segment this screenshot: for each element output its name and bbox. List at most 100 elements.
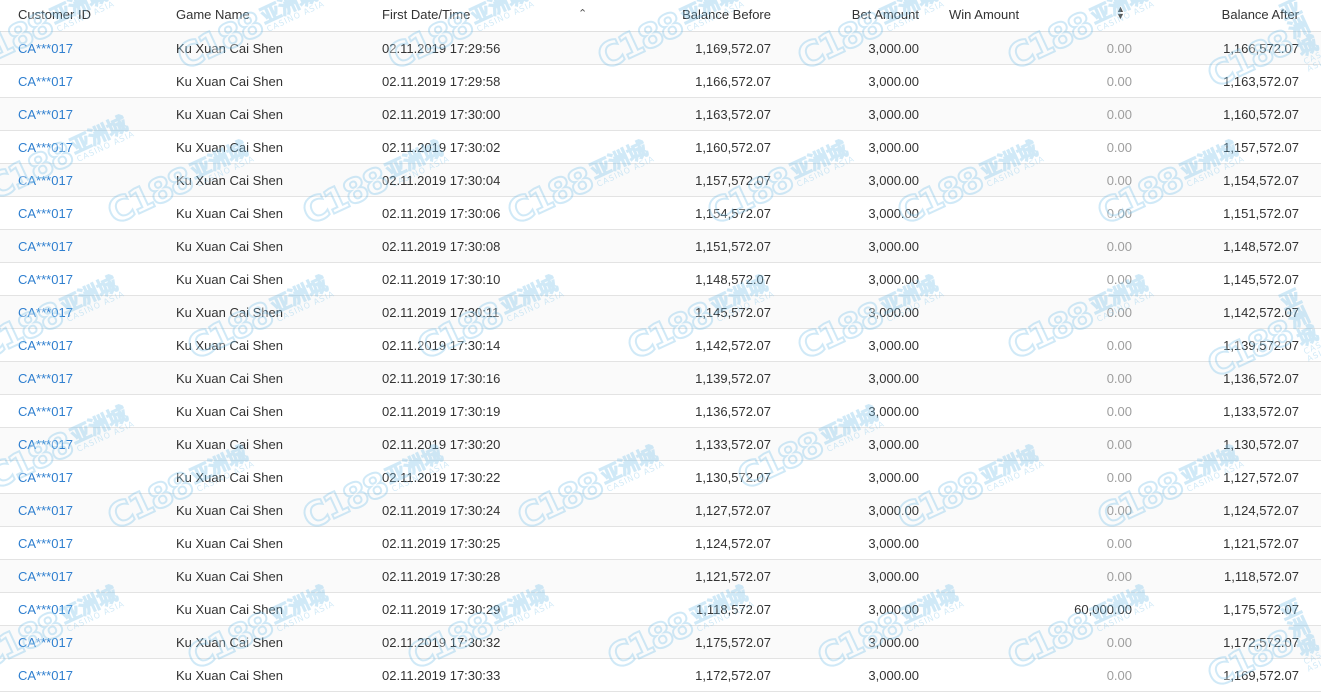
customer-id-link[interactable]: CA***017 [18,131,158,163]
table-row[interactable]: CA***017 Ku Xuan Cai Shen 02.11.2019 17:30… [0,461,1321,494]
table-row[interactable]: CA***017 Ku Xuan Cai Shen 02.11.2019 17:30… [0,164,1321,197]
table-row[interactable]: CA***017 Ku Xuan Cai Shen 02.11.2019 17:30… [0,296,1321,329]
customer-id-link[interactable]: CA***017 [18,560,158,592]
win-amount-cell: 0.00 [1106,205,1132,221]
balance-after-cell: 1,145,572.07 [1223,271,1299,287]
bet-amount-cell: 3,000.00 [868,172,919,188]
table-row[interactable]: CA***017 Ku Xuan Cai Shen 02.11.2019 17:30… [0,494,1321,527]
customer-id-link[interactable]: CA***017 [18,32,158,64]
win-amount-cell: 0.00 [1106,370,1132,386]
table-row[interactable]: CA***017 Ku Xuan Cai Shen 02.11.2019 17:30… [0,263,1321,296]
win-amount-cell: 0.00 [1106,667,1132,683]
header-customer-id[interactable]: Customer ID [18,0,158,31]
win-amount-cell: 0.00 [1106,568,1132,584]
table-row[interactable]: CA***017 Ku Xuan Cai Shen 02.11.2019 17:30… [0,593,1321,626]
balance-after-cell: 1,124,572.07 [1223,502,1299,518]
header-balance-before[interactable]: Balance Before [600,0,771,31]
date-time-cell: 02.11.2019 17:30:25 [382,535,501,551]
customer-id-link[interactable]: CA***017 [18,164,158,196]
game-name-cell: Ku Xuan Cai Shen [176,667,283,683]
game-name-cell: Ku Xuan Cai Shen [176,73,283,89]
table-body: CA***017 Ku Xuan Cai Shen 02.11.2019 17:29… [0,32,1321,692]
date-time-cell: 02.11.2019 17:30:11 [382,304,500,320]
header-balance-after[interactable]: Balance After [1140,0,1299,31]
game-name-cell: Ku Xuan Cai Shen [176,304,283,320]
bet-amount-cell: 3,000.00 [868,337,919,353]
customer-id-link[interactable]: CA***017 [18,593,158,625]
table-row[interactable]: CA***017 Ku Xuan Cai Shen 02.11.2019 17:29… [0,65,1321,98]
table-row[interactable]: CA***017 Ku Xuan Cai Shen 02.11.2019 17:30… [0,626,1321,659]
win-amount-cell: 0.00 [1106,436,1132,452]
table-row[interactable]: CA***017 Ku Xuan Cai Shen 02.11.2019 17:30… [0,659,1321,692]
balance-after-cell: 1,151,572.07 [1223,205,1299,221]
win-amount-cell: 0.00 [1106,40,1132,56]
customer-id-link[interactable]: CA***017 [18,197,158,229]
sort-both-icon[interactable]: ▲ ▼ [1116,5,1125,21]
win-amount-cell: 0.00 [1106,304,1132,320]
customer-id-link[interactable]: CA***017 [18,329,158,361]
sort-ascending-icon[interactable]: ⌃ [578,8,587,20]
balance-before-cell: 1,133,572.07 [695,436,771,452]
win-amount-cell: 0.00 [1106,238,1132,254]
table-row[interactable]: CA***017 Ku Xuan Cai Shen 02.11.2019 17:30… [0,560,1321,593]
date-time-cell: 02.11.2019 17:30:04 [382,172,501,188]
table-row[interactable]: CA***017 Ku Xuan Cai Shen 02.11.2019 17:30… [0,527,1321,560]
table-header: Customer ID Game Name First Date/Time ⌃ … [0,0,1321,32]
game-name-cell: Ku Xuan Cai Shen [176,370,283,386]
balance-before-cell: 1,118,572.07 [696,601,771,617]
date-time-cell: 02.11.2019 17:30:32 [382,634,501,650]
customer-id-link[interactable]: CA***017 [18,395,158,427]
game-name-cell: Ku Xuan Cai Shen [176,436,283,452]
customer-id-link[interactable]: CA***017 [18,296,158,328]
date-time-cell: 02.11.2019 17:30:33 [382,667,501,683]
balance-after-cell: 1,163,572.07 [1223,73,1299,89]
balance-after-cell: 1,133,572.07 [1223,403,1299,419]
balance-before-cell: 1,166,572.07 [695,73,771,89]
customer-id-link[interactable]: CA***017 [18,98,158,130]
bet-amount-cell: 3,000.00 [868,205,919,221]
table-row[interactable]: CA***017 Ku Xuan Cai Shen 02.11.2019 17:30… [0,428,1321,461]
date-time-cell: 02.11.2019 17:30:16 [382,370,501,386]
header-bet-amount[interactable]: Bet Amount [780,0,919,31]
balance-before-cell: 1,136,572.07 [695,403,771,419]
win-amount-cell: 0.00 [1106,73,1132,89]
balance-before-cell: 1,154,572.07 [695,205,771,221]
header-first-date-time[interactable]: First Date/Time [382,0,592,31]
date-time-cell: 02.11.2019 17:30:14 [382,337,501,353]
table-row[interactable]: CA***017 Ku Xuan Cai Shen 02.11.2019 17:29… [0,32,1321,65]
table-row[interactable]: CA***017 Ku Xuan Cai Shen 02.11.2019 17:30… [0,362,1321,395]
table-row[interactable]: CA***017 Ku Xuan Cai Shen 02.11.2019 17:30… [0,329,1321,362]
header-win-amount[interactable]: Win Amount [949,0,1069,31]
bet-amount-cell: 3,000.00 [868,40,919,56]
balance-after-cell: 1,160,572.07 [1223,106,1299,122]
game-name-cell: Ku Xuan Cai Shen [176,139,283,155]
customer-id-link[interactable]: CA***017 [18,362,158,394]
customer-id-link[interactable]: CA***017 [18,230,158,262]
table-row[interactable]: CA***017 Ku Xuan Cai Shen 02.11.2019 17:30… [0,98,1321,131]
customer-id-link[interactable]: CA***017 [18,461,158,493]
balance-before-cell: 1,148,572.07 [695,271,771,287]
customer-id-link[interactable]: CA***017 [18,659,158,691]
bet-amount-cell: 3,000.00 [868,403,919,419]
table-row[interactable]: CA***017 Ku Xuan Cai Shen 02.11.2019 17:30… [0,131,1321,164]
game-name-cell: Ku Xuan Cai Shen [176,205,283,221]
customer-id-link[interactable]: CA***017 [18,527,158,559]
header-game-name[interactable]: Game Name [176,0,366,31]
balance-after-cell: 1,130,572.07 [1223,436,1299,452]
customer-id-link[interactable]: CA***017 [18,65,158,97]
date-time-cell: 02.11.2019 17:30:28 [382,568,501,584]
bet-amount-cell: 3,000.00 [868,634,919,650]
customer-id-link[interactable]: CA***017 [18,263,158,295]
table-row[interactable]: CA***017 Ku Xuan Cai Shen 02.11.2019 17:30… [0,197,1321,230]
win-amount-cell: 0.00 [1106,106,1132,122]
transaction-table: Customer ID Game Name First Date/Time ⌃ … [0,0,1321,692]
customer-id-link[interactable]: CA***017 [18,626,158,658]
customer-id-link[interactable]: CA***017 [18,494,158,526]
date-time-cell: 02.11.2019 17:30:19 [382,403,501,419]
table-row[interactable]: CA***017 Ku Xuan Cai Shen 02.11.2019 17:30… [0,230,1321,263]
balance-after-cell: 1,157,572.07 [1223,139,1299,155]
customer-id-link[interactable]: CA***017 [18,428,158,460]
game-name-cell: Ku Xuan Cai Shen [176,634,283,650]
table-row[interactable]: CA***017 Ku Xuan Cai Shen 02.11.2019 17:30… [0,395,1321,428]
balance-before-cell: 1,175,572.07 [695,634,771,650]
